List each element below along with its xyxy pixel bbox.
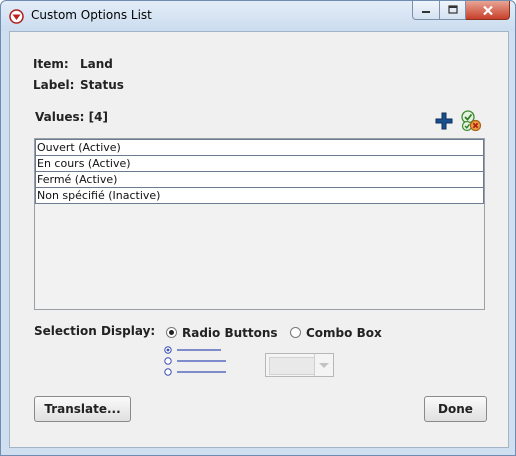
window-title: Custom Options List [31,8,152,22]
validate-values-button[interactable] [460,110,482,132]
radio-selected-indicator [169,330,174,335]
combo-box-preview [265,353,334,377]
label-field-label: Label: [33,78,75,92]
values-list[interactable]: Ouvert (Active) En cours (Active) Fermé … [34,138,485,310]
item-label: Item: [33,57,69,71]
check-x-icon [461,110,482,132]
label-field-value: Status [80,78,124,92]
translate-button[interactable]: Translate... [34,396,131,422]
plus-icon [435,112,453,130]
combo-field [269,357,315,375]
chevron-down-icon [319,363,329,368]
combo-box-label[interactable]: Combo Box [306,326,382,340]
maximize-icon [447,5,458,14]
list-item[interactable]: Fermé (Active) [35,172,484,188]
add-value-button[interactable] [434,111,454,131]
close-button[interactable] [466,1,510,20]
minimize-button[interactable] [412,1,440,20]
dialog-window: Custom Options List Item: Land Label: St… [0,0,516,456]
app-logo-icon [9,9,24,24]
radio-buttons-label[interactable]: Radio Buttons [182,326,278,340]
list-item[interactable]: En cours (Active) [35,156,484,172]
values-heading: Values: [4] [35,110,108,124]
minimize-icon [422,11,430,13]
close-icon [482,5,493,15]
title-bar[interactable]: Custom Options List [1,1,515,31]
item-value: Land [80,57,113,71]
selection-display-label: Selection Display: [34,324,156,338]
radio-buttons-option[interactable] [166,327,177,338]
list-item[interactable]: Ouvert (Active) [35,139,484,156]
list-item[interactable]: Non spécifié (Inactive) [35,188,484,204]
combo-box-option[interactable] [290,327,301,338]
dialog-content: Item: Land Label: Status Values: [4] Ouv… [9,31,509,448]
combo-arrow [314,354,333,376]
done-button[interactable]: Done [424,396,487,422]
radio-buttons-preview-icon [164,346,226,376]
maximize-button[interactable] [440,1,466,20]
